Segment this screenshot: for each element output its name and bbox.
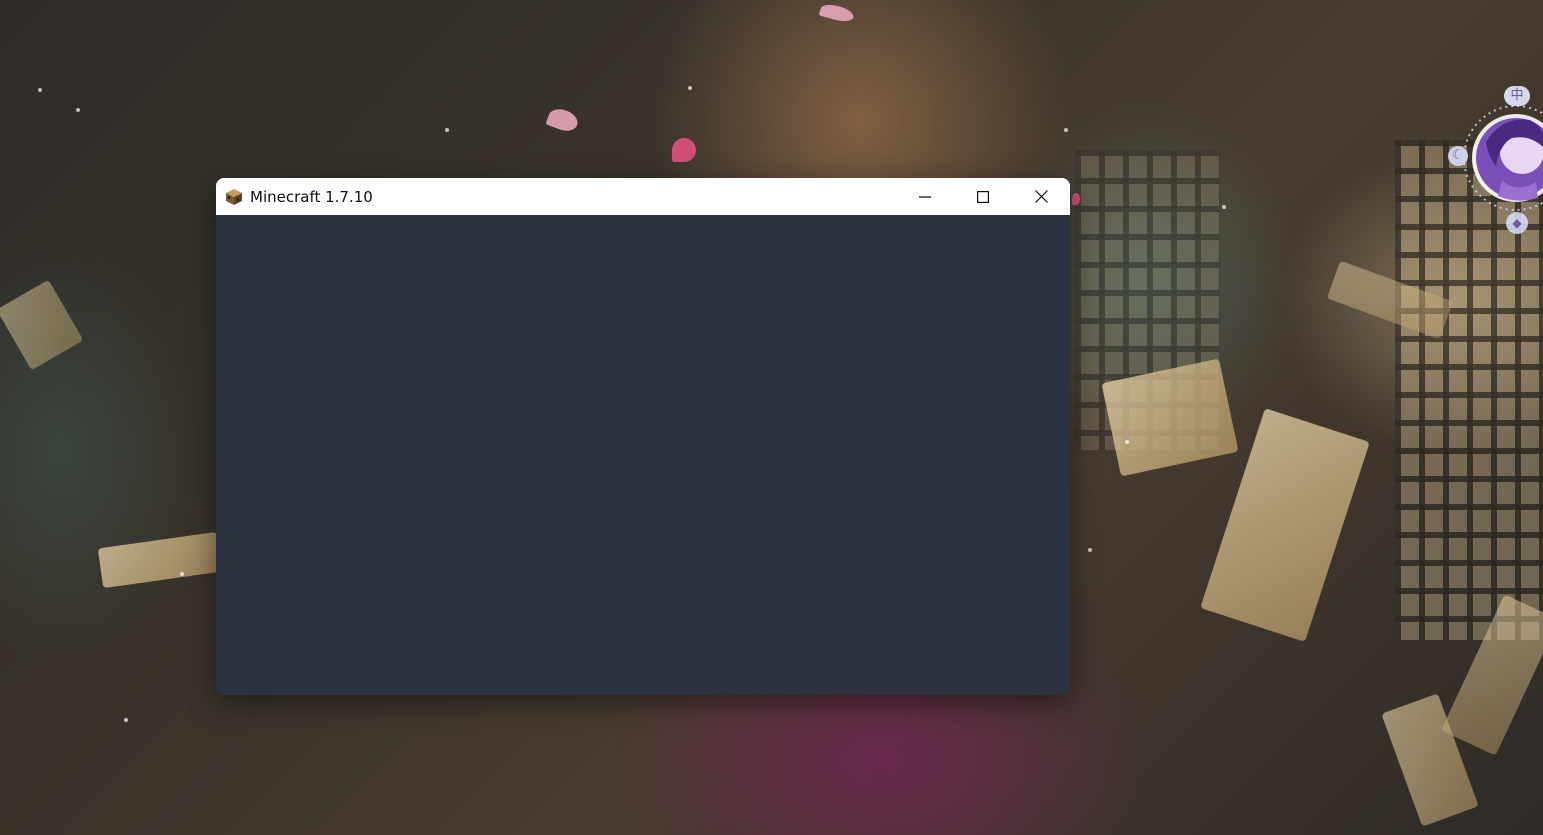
maximize-icon (977, 190, 989, 203)
wallpaper-petal (818, 1, 856, 25)
wallpaper-petal (672, 138, 696, 162)
wallpaper-sparkle (1088, 548, 1092, 552)
window-titlebar[interactable]: Minecraft 1.7.10 (216, 178, 1070, 215)
wallpaper-sparkle (1125, 440, 1129, 444)
widget-badge: 中 (1504, 86, 1530, 106)
wallpaper-sparkle (1222, 205, 1226, 209)
minimize-button[interactable] (896, 178, 954, 215)
wallpaper-sparkle (180, 572, 184, 576)
minecraft-block-icon (225, 188, 243, 206)
minecraft-window[interactable]: Minecraft 1.7.10 (216, 178, 1070, 695)
close-icon (1034, 190, 1048, 203)
wallpaper-sparkle (445, 128, 449, 132)
wallpaper-petal (545, 105, 581, 135)
minimize-icon (919, 195, 931, 198)
wallpaper-sparkle (124, 718, 128, 722)
shirt-icon[interactable]: ◆ (1506, 212, 1528, 234)
window-title: Minecraft 1.7.10 (250, 187, 373, 206)
wallpaper-paper (97, 531, 223, 589)
close-button[interactable] (1012, 178, 1070, 215)
wallpaper-sparkle (38, 88, 42, 92)
game-client-area[interactable] (216, 215, 1070, 695)
wallpaper-sparkle (1064, 128, 1068, 132)
wallpaper-sparkle (76, 108, 80, 112)
moon-icon[interactable]: ☾ (1448, 146, 1468, 166)
caption-buttons (896, 178, 1070, 215)
wallpaper-paper (0, 279, 84, 371)
desktop-wallpaper: 中 ☾ ◆ Minecraft 1.7.10 (0, 0, 1543, 835)
desktop-avatar-widget[interactable]: 中 ☾ ◆ (1448, 86, 1543, 236)
maximize-button[interactable] (954, 178, 1012, 215)
wallpaper-sparkle (688, 86, 692, 90)
wallpaper-petal (1072, 193, 1080, 205)
